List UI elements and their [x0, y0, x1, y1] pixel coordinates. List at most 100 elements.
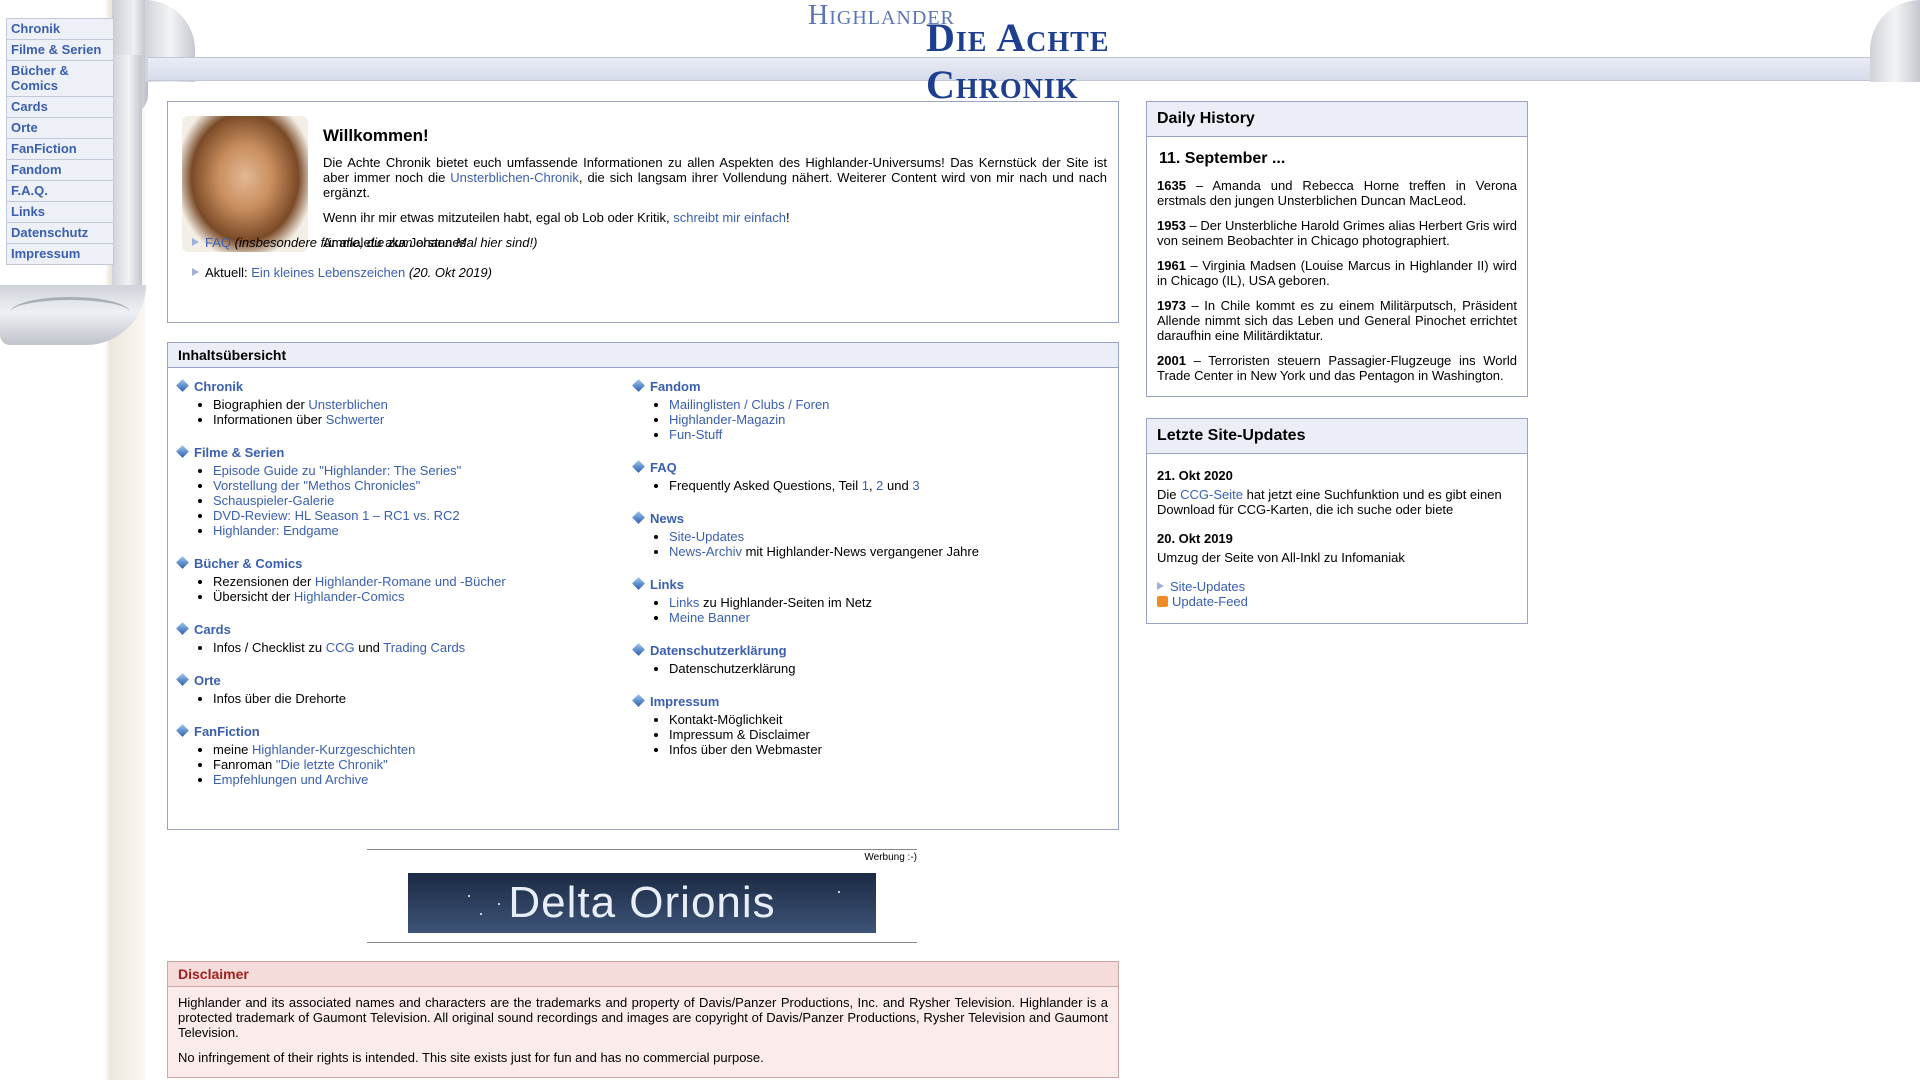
nav-item-fandom[interactable]: Fandom — [7, 160, 113, 181]
toc-heading-cards[interactable]: Cards — [194, 622, 231, 637]
text: Frequently Asked Questions, Teil — [669, 478, 862, 493]
toc-heading-impressum[interactable]: Impressum — [650, 694, 719, 709]
schauspieler-galerie-link[interactable]: Schauspieler-Galerie — [213, 493, 334, 508]
toc-heading-orte[interactable]: Orte — [194, 673, 221, 688]
site-updates-page-link[interactable]: Site-Updates — [1170, 579, 1245, 594]
current-label: Aktuell: — [205, 265, 248, 280]
text: Fanroman — [213, 757, 276, 772]
gem-icon — [176, 622, 189, 635]
toc-heading-faq[interactable]: FAQ — [650, 460, 677, 475]
nav-item-cards[interactable]: Cards — [7, 97, 113, 118]
text: meine — [213, 742, 253, 757]
banner-link[interactable]: Meine Banner — [669, 610, 750, 625]
nav-item-faq[interactable]: F.A.Q. — [7, 181, 113, 202]
history-item: 2001 – Terroristen steuern Passagier-Flu… — [1147, 353, 1527, 393]
ccg-link[interactable]: CCG — [326, 640, 355, 655]
update-feed-link[interactable]: Update-Feed — [1172, 594, 1248, 609]
ad-banner[interactable]: Delta Orionis — [408, 873, 876, 933]
current-news-link[interactable]: Ein kleines Lebenszeichen — [251, 265, 405, 280]
episode-guide-link[interactable]: Episode Guide zu "Highlander: The Series… — [213, 463, 461, 478]
schwerter-link[interactable]: Schwerter — [326, 412, 385, 427]
contact-link[interactable]: schreibt mir einfach — [673, 210, 786, 225]
rss-feed-icon — [1157, 596, 1168, 607]
toc-heading-filme[interactable]: Filme & Serien — [194, 445, 284, 460]
main-nav: Chronik Filme & Serien Bücher & Comics C… — [6, 18, 114, 265]
gem-icon — [632, 379, 645, 392]
methos-chronicles-link[interactable]: Vorstellung der "Methos Chronicles" — [213, 478, 420, 493]
letzte-chronik-link[interactable]: "Die letzte Chronik" — [276, 757, 388, 772]
toc-section-fandom: Fandom Mailinglisten / Clubs / Foren Hig… — [632, 379, 1064, 442]
toc-heading-links[interactable]: Links — [650, 577, 684, 592]
kurzgeschichten-link[interactable]: Highlander-Kurzgeschichten — [252, 742, 415, 757]
star — [838, 891, 840, 893]
toc-section-filme: Filme & Serien Episode Guide zu "Highlan… — [176, 445, 608, 538]
history-title: Daily History — [1147, 102, 1527, 137]
list-item: Datenschutzerklärung — [669, 661, 1064, 676]
empfehlungen-link[interactable]: Empfehlungen und Archive — [213, 772, 368, 787]
star — [498, 903, 500, 905]
text: Informationen über — [213, 412, 326, 427]
nav-item-datenschutz[interactable]: Datenschutz — [7, 223, 113, 244]
ad-banner-text: Delta Orionis — [508, 878, 776, 927]
star — [480, 913, 482, 915]
nav-item-orte[interactable]: Orte — [7, 118, 113, 139]
nav-item-links[interactable]: Links — [7, 202, 113, 223]
gem-icon — [632, 511, 645, 524]
nav-item-filme-serien[interactable]: Filme & Serien — [7, 40, 113, 61]
stone-ornament — [0, 285, 146, 345]
romane-link[interactable]: Highlander-Romane und -Bücher — [315, 574, 506, 589]
ad-area: Werbung :-) Delta Orionis — [367, 849, 917, 943]
history-item: 1953 – Der Unsterbliche Harold Grimes al… — [1147, 218, 1527, 258]
list-item: Impressum & Disclaimer — [669, 727, 1064, 742]
list-item: Infos über die Drehorte — [213, 691, 608, 706]
header-arch-right — [1870, 0, 1920, 82]
nav-item-buecher-comics[interactable]: Bücher & Comics — [7, 61, 113, 97]
toc-heading-buecher[interactable]: Bücher & Comics — [194, 556, 302, 571]
site-logo[interactable]: Highlander Die Achte Chronik — [808, 0, 1268, 107]
nav-item-chronik[interactable]: Chronik — [7, 19, 113, 40]
dvd-review-link[interactable]: DVD-Review: HL Season 1 – RC1 vs. RC2 — [213, 508, 460, 523]
toc-section-news: News Site-Updates News-Archiv mit Highla… — [632, 511, 1064, 559]
gem-icon — [176, 445, 189, 458]
mailinglisten-link[interactable]: Mailinglisten / Clubs / Foren — [669, 397, 829, 412]
links-page-link[interactable]: Links — [669, 595, 699, 610]
faq-part-3-link[interactable]: 3 — [912, 478, 919, 493]
logo-line-2: Die Achte Chronik — [926, 15, 1110, 107]
ccg-page-link[interactable]: CCG-Seite — [1180, 487, 1243, 502]
unsterblichen-chronik-link[interactable]: Unsterblichen-Chronik — [450, 170, 579, 185]
fun-stuff-link[interactable]: Fun-Stuff — [669, 427, 722, 442]
magazin-link[interactable]: Highlander-Magazin — [669, 412, 785, 427]
toc-left-column: Chronik Biographien der Unsterblichen In… — [176, 379, 608, 805]
comics-link[interactable]: Highlander-Comics — [294, 589, 405, 604]
toc-section-cards: Cards Infos / Checklist zu CCG und Tradi… — [176, 622, 608, 655]
triangle-bullet-icon — [192, 268, 199, 276]
toc-heading-chronik[interactable]: Chronik — [194, 379, 243, 394]
list-item: Rezensionen der Highlander-Romane und -B… — [213, 574, 608, 589]
toc-heading-fandom[interactable]: Fandom — [650, 379, 701, 394]
gem-icon — [176, 673, 189, 686]
trading-cards-link[interactable]: Trading Cards — [383, 640, 465, 655]
toc-heading-datenschutz[interactable]: Datenschutzerklärung — [650, 643, 787, 658]
list-item: Schauspieler-Galerie — [213, 493, 608, 508]
site-updates-link[interactable]: Site-Updates — [669, 529, 744, 544]
toc-section-datenschutz: Datenschutzerklärung Datenschutzerklärun… — [632, 643, 1064, 676]
unsterblichen-link[interactable]: Unsterblichen — [308, 397, 388, 412]
endgame-link[interactable]: Highlander: Endgame — [213, 523, 339, 538]
faq-part-1-link[interactable]: 1 — [862, 478, 869, 493]
toc-section-fanfiction: FanFiction meine Highlander-Kurzgeschich… — [176, 724, 608, 787]
updates-title: Letzte Site-Updates — [1147, 419, 1527, 454]
news-archiv-link[interactable]: News-Archiv — [669, 544, 742, 559]
update-text: Die CCG-Seite hat jetzt eine Suchfunktio… — [1157, 487, 1517, 517]
list-item: Infos / Checklist zu CCG und Trading Car… — [213, 640, 608, 655]
history-text: – Der Unsterbliche Harold Grimes alias H… — [1157, 218, 1517, 248]
nav-item-fanfiction[interactable]: FanFiction — [7, 139, 113, 160]
faq-link[interactable]: FAQ — [205, 235, 231, 250]
history-text: – In Chile kommt es zu einem Militärputs… — [1157, 298, 1517, 343]
nav-item-impressum[interactable]: Impressum — [7, 244, 113, 264]
toc-heading-fanfiction[interactable]: FanFiction — [194, 724, 260, 739]
toc-section-chronik: Chronik Biographien der Unsterblichen In… — [176, 379, 608, 427]
toc-heading-news[interactable]: News — [650, 511, 684, 526]
update-entry: 20. Okt 2019 Umzug der Seite von All-Ink… — [1147, 531, 1527, 565]
gem-icon — [632, 460, 645, 473]
toc-section-impressum: Impressum Kontakt-Möglichkeit Impressum … — [632, 694, 1064, 757]
